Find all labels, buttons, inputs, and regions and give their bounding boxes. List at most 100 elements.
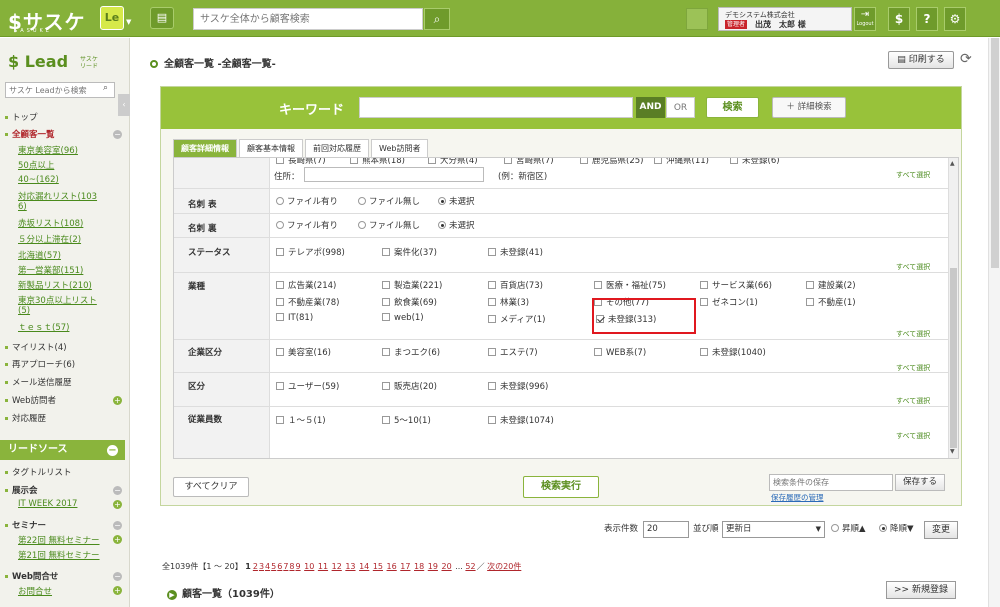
desc-radio[interactable]: 降順▼ (879, 522, 914, 534)
checkbox-option[interactable]: 未登録(996) (488, 380, 548, 392)
radio-unselected[interactable]: 未選択 (438, 195, 475, 207)
logout-button[interactable]: ⇥ Logout (854, 7, 876, 31)
page-link[interactable]: 13 (345, 562, 355, 571)
page-link[interactable]: 15 (373, 562, 383, 571)
expand-icon[interactable]: + (113, 535, 122, 544)
page-scroll-thumb[interactable] (991, 38, 999, 268)
search-icon[interactable]: ⌕ (103, 83, 108, 93)
checkbox-option[interactable]: web(1) (382, 313, 424, 323)
sidebar-item-reapproach[interactable]: 再アプローチ(6) (5, 358, 75, 370)
radio-file-yes[interactable]: ファイル有り (276, 195, 338, 207)
checkbox-option[interactable]: 沖縄県(11) (654, 158, 709, 166)
sidebar-item-list[interactable]: 40~(162) (18, 175, 59, 185)
radio-file-no[interactable]: ファイル無し (358, 195, 420, 207)
sidebar-item-list[interactable]: 赤坂リスト(108) (18, 217, 83, 229)
page-link[interactable]: 14 (359, 562, 369, 571)
checkbox-option[interactable]: メディア(1) (488, 313, 545, 325)
page-link[interactable]: 4 (265, 562, 270, 571)
sidebar-item-list[interactable]: 東京30点以上リスト (18, 294, 97, 306)
gear-icon[interactable]: ⚙ (944, 7, 966, 31)
radio-unselected[interactable]: 未選択 (438, 219, 475, 231)
checkbox-option[interactable]: 長崎県(7) (276, 158, 326, 166)
checkbox-option[interactable]: 広告業(214) (276, 279, 336, 291)
page-link[interactable]: 8 (289, 562, 294, 571)
page-link[interactable]: 10 (304, 562, 314, 571)
tab-last-history[interactable]: 前回対応履歴 (305, 139, 369, 157)
sidebar-item-history[interactable]: 対応履歴 (5, 412, 46, 424)
page-link-last[interactable]: 52 (465, 562, 475, 571)
sidebar-item-mylist[interactable]: マイリスト(4) (5, 341, 67, 353)
sidebar-item-list[interactable]: 新製品リスト(210) (18, 279, 92, 291)
checkbox-option[interactable]: WEB系(7) (594, 346, 646, 358)
le-app-button[interactable]: Le (100, 6, 124, 30)
checkbox-option[interactable]: 医療・福祉(75) (594, 279, 666, 291)
next-page-link[interactable]: 次の20件 (487, 562, 521, 571)
sidebar-item-list[interactable]: (5) (18, 306, 30, 316)
expand-icon[interactable]: + (113, 586, 122, 595)
page-link[interactable]: 19 (428, 562, 438, 571)
checkbox-option[interactable]: １～５(1) (276, 414, 326, 426)
keyword-search-button[interactable]: 検索 (706, 97, 759, 118)
page-link[interactable]: 7 (283, 562, 288, 571)
sort-select[interactable]: 更新日 ▼ (722, 521, 825, 538)
sidebar-item-inquiry[interactable]: お問合せ (18, 585, 52, 597)
new-register-button[interactable]: >> 新規登録 (886, 581, 956, 599)
checkbox-option[interactable]: 未登録(1040) (700, 346, 766, 358)
collapse-icon[interactable]: − (113, 486, 122, 495)
checkbox-option[interactable]: ゼネコン(1) (700, 296, 758, 308)
checkbox-option[interactable]: 建設業(2) (806, 279, 856, 291)
header-blank-button[interactable] (686, 8, 708, 30)
reload-icon[interactable]: ⟳ (960, 51, 972, 67)
sidebar-collapse-button[interactable]: ‹ (118, 94, 130, 116)
print-button[interactable]: ▤ 印刷する (888, 51, 954, 69)
checkbox-option[interactable]: 未登録(6) (730, 158, 780, 166)
checkbox-option[interactable]: 飲食業(69) (382, 296, 437, 308)
save-condition-input[interactable] (769, 474, 893, 491)
page-scrollbar[interactable] (988, 38, 1000, 607)
or-toggle[interactable]: OR (666, 97, 695, 118)
advanced-search-button[interactable]: ＋ 詳細検索 (772, 97, 846, 118)
tab-basic[interactable]: 顧客基本情報 (239, 139, 303, 157)
sidebar-item-expo-event[interactable]: IT WEEK 2017 (18, 499, 77, 509)
tab-detail[interactable]: 顧客詳細情報 (173, 139, 237, 157)
keyword-input[interactable] (359, 97, 633, 118)
page-link[interactable]: 16 (387, 562, 397, 571)
sidebar-item-all[interactable]: 全顧客一覧 (5, 128, 55, 140)
checkbox-option[interactable]: 大分県(4) (428, 158, 478, 166)
select-all-link[interactable]: すべて選択 (896, 170, 930, 180)
select-all-link[interactable]: すべて選択 (896, 431, 930, 441)
sidebar-item-list[interactable]: 対応漏れリスト(103 (18, 190, 97, 202)
checkbox-option[interactable]: 5～10(1) (382, 414, 431, 426)
checkbox-option[interactable]: 未登録(41) (488, 246, 543, 258)
sidebar-item-seminar-event[interactable]: 第22回 無料セミナー (18, 534, 100, 546)
scroll-thumb[interactable] (950, 268, 957, 448)
page-link[interactable]: 20 (441, 562, 451, 571)
page-link[interactable]: 11 (318, 562, 328, 571)
radio-file-no[interactable]: ファイル無し (358, 219, 420, 231)
tab-web-visitor[interactable]: Web訪問者 (371, 139, 429, 157)
lead-source-header[interactable]: リードソース − (0, 440, 125, 460)
checkbox-option[interactable]: 宮崎県(7) (504, 158, 554, 166)
address-input[interactable] (304, 167, 484, 182)
sidebar-item-list[interactable]: ５分以上滞在(2) (18, 233, 81, 245)
checkbox-option[interactable]: 熊本県(18) (350, 158, 405, 166)
sidebar-item-top[interactable]: トップ (5, 111, 38, 123)
and-toggle[interactable]: AND (636, 97, 665, 118)
checkbox-option[interactable]: ユーザー(59) (276, 380, 339, 392)
page-link[interactable]: 17 (400, 562, 410, 571)
checkbox-option[interactable]: まつエク(6) (382, 346, 440, 358)
checkbox-option[interactable]: 販売店(20) (382, 380, 437, 392)
chevron-down-icon[interactable]: ▼ (126, 18, 131, 26)
checkbox-option[interactable]: IT(81) (276, 313, 313, 323)
page-link[interactable]: 3 (259, 562, 264, 571)
select-all-link[interactable]: すべて選択 (896, 262, 930, 272)
search-icon[interactable]: ⌕ (424, 8, 450, 30)
global-search-input[interactable] (193, 8, 423, 30)
condition-scrollbar[interactable]: ▲ ▼ (948, 158, 958, 458)
checkbox-option[interactable]: 不動産業(78) (276, 296, 339, 308)
collapse-icon[interactable]: − (113, 130, 122, 139)
page-link[interactable]: 18 (414, 562, 424, 571)
scroll-down-icon[interactable]: ▼ (950, 448, 955, 455)
sidebar-item-web[interactable]: Web訪問者 (5, 394, 56, 406)
checkbox-option[interactable]: 不動産(1) (806, 296, 856, 308)
